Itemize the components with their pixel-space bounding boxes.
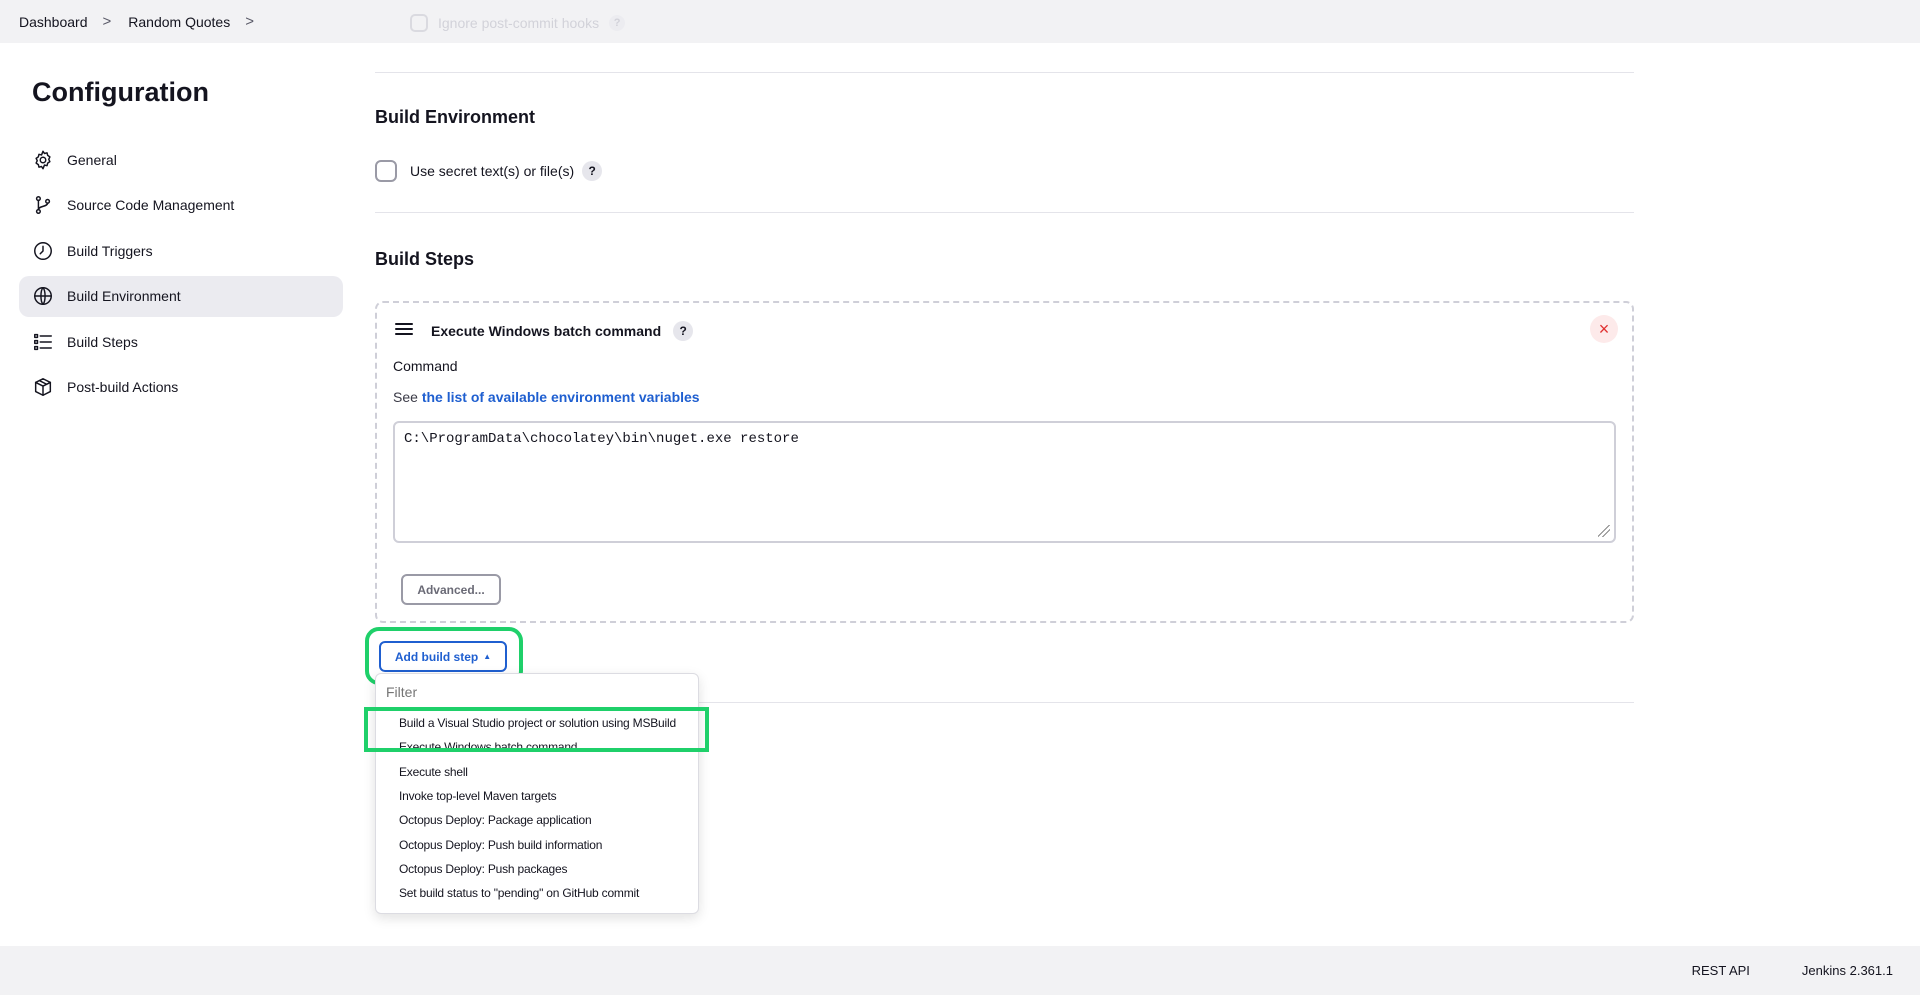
command-label: Command [393,358,458,374]
sidebar-item-post-build-actions[interactable]: Post-build Actions [19,367,343,408]
build-step-card: Execute Windows batch command ? × Comman… [375,301,1634,623]
sidebar-item-source-code-management[interactable]: Source Code Management [19,185,343,226]
page-title: Configuration [32,77,209,107]
resize-grip-icon[interactable] [1598,525,1610,537]
package-icon [32,376,54,398]
use-secret-text-label: Use secret text(s) or file(s) [410,163,575,179]
divider [375,212,1634,213]
command-textarea[interactable]: C:\ProgramData\chocolatey\bin\nuget.exe … [393,421,1616,543]
branch-icon [32,194,54,216]
help-icon[interactable]: ? [582,161,603,181]
scrolled-option-ignore-post-commit-hooks: Ignore post-commit hooks ? [410,14,626,32]
secret-option-row: Use secret text(s) or file(s) ? [375,160,603,182]
option-execute-shell[interactable]: Execute shell [376,760,698,784]
sidebar-item-build-steps[interactable]: Build Steps [19,321,343,362]
checkbox-use-secret-text[interactable] [375,160,397,182]
section-title-build-steps: Build Steps [375,249,475,269]
chevron-right-icon[interactable]: > [245,13,254,30]
help-icon[interactable]: ? [673,321,694,341]
gear-icon [32,149,54,171]
clock-icon [32,240,54,262]
sidebar-item-label: Post-build Actions [67,379,179,395]
sidebar-nav: General Source Code Management Build Tri… [19,139,343,412]
env-vars-link[interactable]: the list of available environment variab… [422,389,700,405]
build-step-title-text: Execute Windows batch command [431,323,662,339]
divider [375,72,1634,73]
jenkins-version-link[interactable]: Jenkins 2.361.1 [1802,963,1893,978]
rest-api-link[interactable]: REST API [1692,963,1750,978]
command-value: C:\ProgramData\chocolatey\bin\nuget.exe … [404,431,799,447]
sidebar-item-label: Source Code Management [67,197,235,213]
globe-icon [32,285,54,307]
help-icon[interactable]: ? [609,15,626,31]
drag-handle-icon[interactable] [395,323,413,337]
breadcrumb-bar: Dashboard > Random Quotes > Ignore post-… [0,0,1920,43]
advanced-button[interactable]: Advanced... [401,574,501,605]
sidebar-item-label: Build Triggers [67,242,153,259]
footer: REST API Jenkins 2.361.1 [0,946,1920,995]
sidebar-item-label: Build Steps [67,333,138,350]
breadcrumb-random-quotes[interactable]: Random Quotes [128,14,230,30]
sidebar-item-general[interactable]: General [19,139,343,180]
highlight-msbuild-option [364,707,709,752]
env-vars-line: See the list of available environment va… [393,389,700,405]
env-vars-prefix: See [393,389,418,405]
sidebar-item-label: Build Environment [67,288,181,304]
section-title-build-environment: Build Environment [375,107,536,127]
close-icon[interactable]: × [1590,315,1618,343]
list-icon [32,331,54,353]
ignore-post-commit-hooks-label: Ignore post-commit hooks [438,15,600,31]
chevron-right-icon: > [102,13,112,30]
breadcrumb-dashboard[interactable]: Dashboard [19,14,88,30]
option-octopus-push-build-info[interactable]: Octopus Deploy: Push build information [376,832,698,856]
checkbox-ignore-post-commit-hooks[interactable] [410,14,428,32]
option-invoke-maven[interactable]: Invoke top-level Maven targets [376,784,698,808]
build-step-title: Execute Windows batch command ? [431,321,694,341]
sidebar-item-label: General [67,151,117,168]
option-octopus-package[interactable]: Octopus Deploy: Package application [376,808,698,832]
filter-input[interactable] [376,674,698,709]
option-octopus-push-packages[interactable]: Octopus Deploy: Push packages [376,857,698,881]
sidebar-item-build-environment[interactable]: Build Environment [19,275,343,317]
sidebar-item-build-triggers[interactable]: Build Triggers [19,230,343,271]
option-github-pending[interactable]: Set build status to "pending" on GitHub … [376,881,698,905]
